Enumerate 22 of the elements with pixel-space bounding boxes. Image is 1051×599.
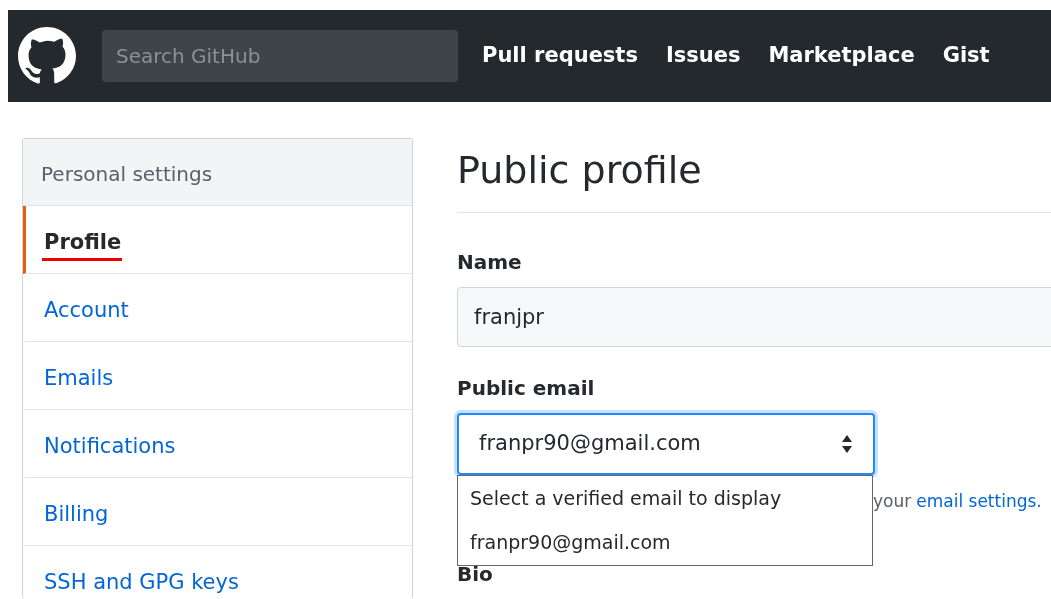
email-select[interactable]: franpr90@gmail.com [457, 412, 875, 475]
nav-link[interactable]: Marketplace [768, 40, 915, 72]
field-label: Name [457, 248, 523, 276]
nav-link[interactable]: Gist [942, 40, 990, 72]
sidebar-item[interactable]: Emails [23, 342, 412, 410]
hint-text: your [873, 489, 912, 513]
sidebar-item[interactable]: Profile [23, 206, 412, 274]
nav-link[interactable]: Pull requests [482, 40, 638, 72]
page-title: Public profile [457, 148, 1051, 213]
sidebar-item[interactable]: Billing [23, 478, 412, 546]
sidebar-item[interactable]: Notifications [23, 410, 412, 478]
sidebar-item[interactable]: SSH and GPG keys [23, 546, 412, 599]
sidebar-item[interactable]: Account [23, 274, 412, 342]
search-field[interactable]: Search GitHub [102, 30, 458, 82]
email-settings-link[interactable]: email settings. [916, 488, 1042, 515]
sidebar-title: Personal settings [23, 139, 412, 206]
name-field[interactable]: franjpr [457, 286, 1051, 347]
logo-icon[interactable] [18, 27, 76, 85]
sort-icon [841, 433, 853, 454]
field-label: Public email [457, 374, 596, 402]
dropdown-option[interactable]: Select a verified email to display [458, 475, 872, 521]
nav-link[interactable]: Issues [665, 40, 741, 72]
